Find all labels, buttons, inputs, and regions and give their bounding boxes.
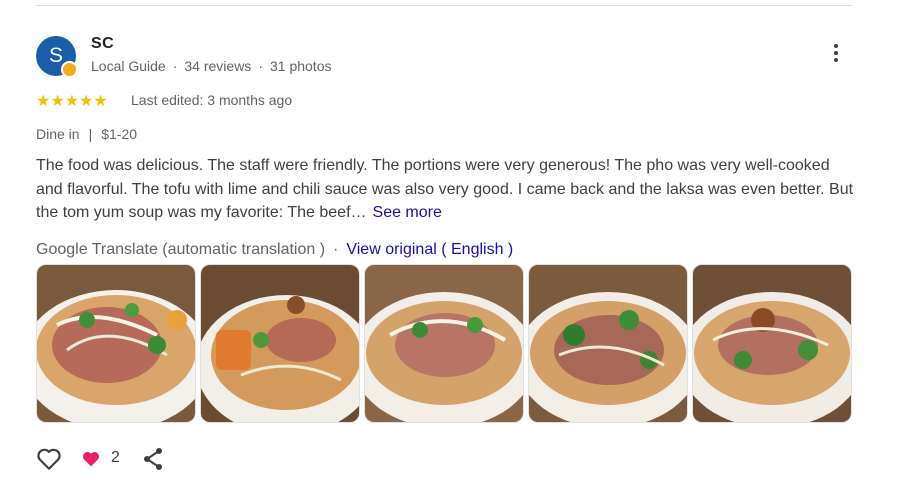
reactions-button[interactable] bbox=[81, 450, 101, 473]
star-rating: ★★★★★ bbox=[36, 93, 108, 110]
share-button[interactable] bbox=[142, 447, 164, 476]
more-options-icon[interactable] bbox=[826, 44, 846, 70]
edited-time: Last edited: 3 months ago bbox=[131, 92, 293, 108]
review-photo-1[interactable] bbox=[36, 264, 196, 423]
divider bbox=[36, 5, 852, 6]
review-photo-3[interactable] bbox=[364, 264, 524, 423]
meta-dot: · bbox=[172, 58, 178, 74]
view-original-link[interactable]: View original ( English ) bbox=[346, 241, 513, 258]
food-photo-image bbox=[37, 265, 195, 422]
dining-mode: Dine in bbox=[36, 126, 80, 142]
local-guide-label: Local Guide bbox=[91, 58, 166, 74]
heart-outline-icon bbox=[37, 448, 61, 470]
price-range: $1-20 bbox=[101, 126, 138, 142]
review-text: The food was delicious. The staff were f… bbox=[36, 157, 854, 221]
dining-info: Dine in | $1-20 bbox=[36, 126, 137, 142]
meta-dot: · bbox=[258, 58, 263, 74]
avatar-initial: S bbox=[48, 44, 63, 67]
food-photo-image bbox=[529, 265, 687, 422]
reaction-count: 2 bbox=[111, 449, 120, 466]
review-body: The food was delicious. The staff were f… bbox=[36, 154, 856, 225]
photo-count: 31 photos bbox=[269, 58, 332, 74]
local-guide-badge-icon bbox=[61, 61, 78, 78]
reviewer-meta: Local Guide · 34 reviews · 31 photos bbox=[91, 58, 331, 74]
heart-filled-icon bbox=[83, 452, 99, 467]
translate-label: Google Translate (automatic translation … bbox=[36, 241, 326, 258]
translate-dot: · bbox=[333, 241, 339, 258]
translation-info: Google Translate (automatic translation … bbox=[36, 241, 513, 259]
avatar[interactable]: S bbox=[36, 36, 78, 78]
review-photo-2[interactable] bbox=[200, 264, 360, 423]
food-photo-image bbox=[693, 265, 851, 422]
reviewer-name[interactable]: SC bbox=[91, 35, 114, 53]
see-more-link[interactable]: See more bbox=[373, 204, 442, 221]
review-count: 34 reviews bbox=[184, 58, 252, 74]
review-photo-5[interactable] bbox=[692, 264, 852, 423]
like-button[interactable] bbox=[36, 447, 62, 476]
dining-separator: | bbox=[88, 126, 93, 142]
food-photo-image bbox=[365, 265, 523, 422]
share-icon bbox=[144, 448, 162, 470]
review-photo-4[interactable] bbox=[528, 264, 688, 423]
food-photo-image bbox=[201, 265, 359, 422]
